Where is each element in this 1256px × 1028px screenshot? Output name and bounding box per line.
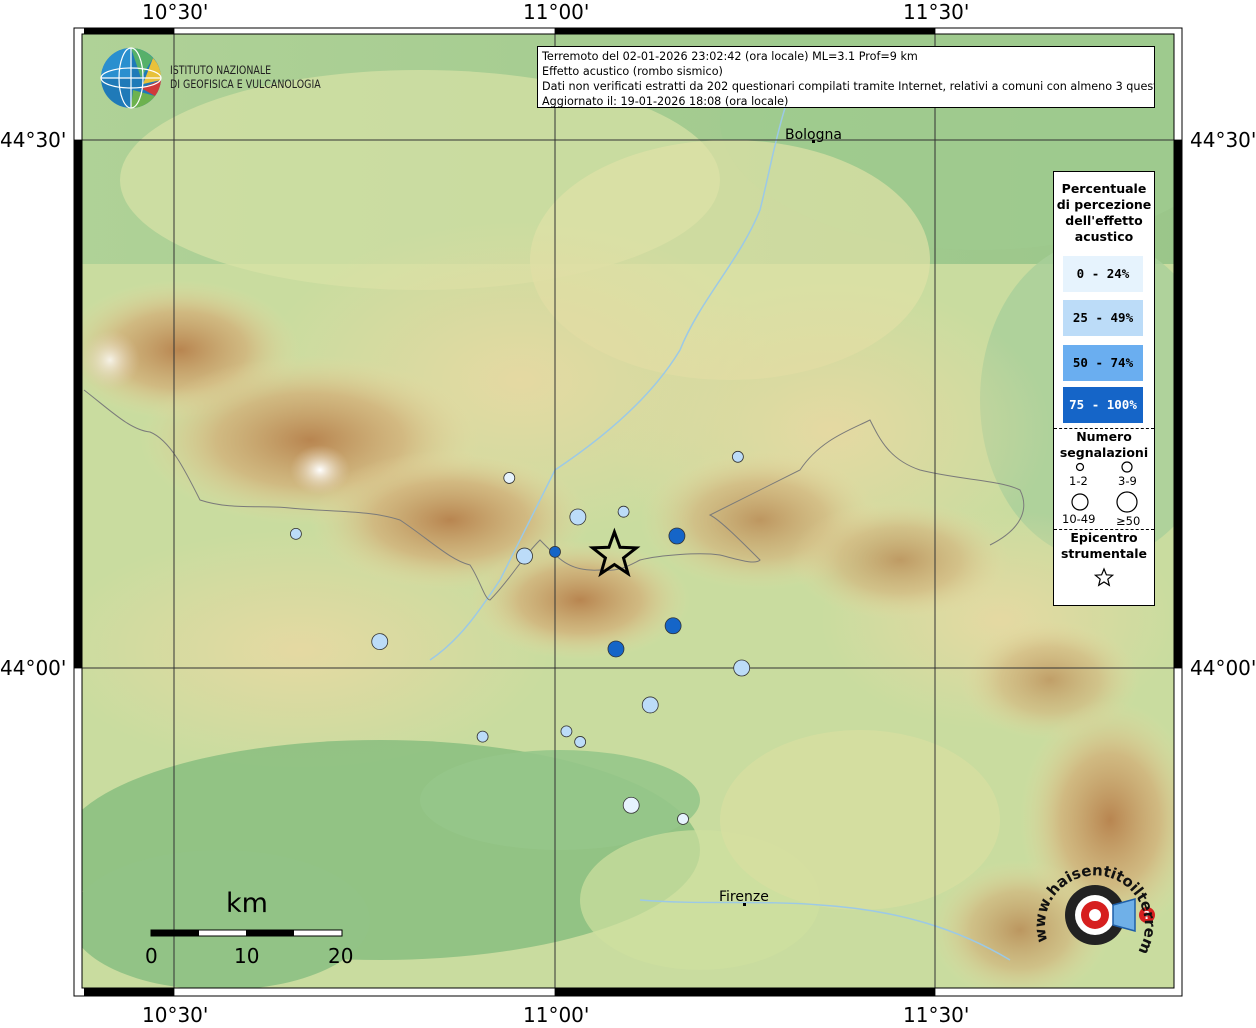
legend-epicenter-title: Epicentro strumentale xyxy=(1060,530,1148,561)
city-dot-firenze xyxy=(743,903,746,906)
seismic-map: ? www.haisentitoilterremoto.it 10°30' 11… xyxy=(0,0,1256,1027)
scale-tick-label: 0 xyxy=(145,944,158,968)
legend-class-3: 75 - 100% xyxy=(1063,387,1143,423)
legend-panel: Percentuale di percezione dell'effetto a… xyxy=(1053,171,1155,606)
city-dot-bologna xyxy=(812,140,815,143)
legend-count-10-49: 10-49 xyxy=(1062,512,1096,526)
legend-epicenter-star-icon xyxy=(1093,567,1115,587)
legend-count-1-2: 1-2 xyxy=(1069,474,1088,488)
scale-tick-label: 10 xyxy=(234,944,260,968)
legend-count-3-9: 3-9 xyxy=(1118,474,1137,488)
legend-class-2: 50 - 74% xyxy=(1063,345,1143,381)
legend-title: Percentuale di percezione dell'effetto a… xyxy=(1056,181,1152,244)
legend-class-1: 25 - 49% xyxy=(1063,300,1143,336)
scale-tick-label: 20 xyxy=(328,944,354,968)
legend-count-50: ≥50 xyxy=(1116,514,1141,528)
legend-class-0: 0 - 24% xyxy=(1063,256,1143,292)
legend-count-title: Numero segnalazioni xyxy=(1059,429,1149,460)
scale-unit: km xyxy=(226,888,268,919)
